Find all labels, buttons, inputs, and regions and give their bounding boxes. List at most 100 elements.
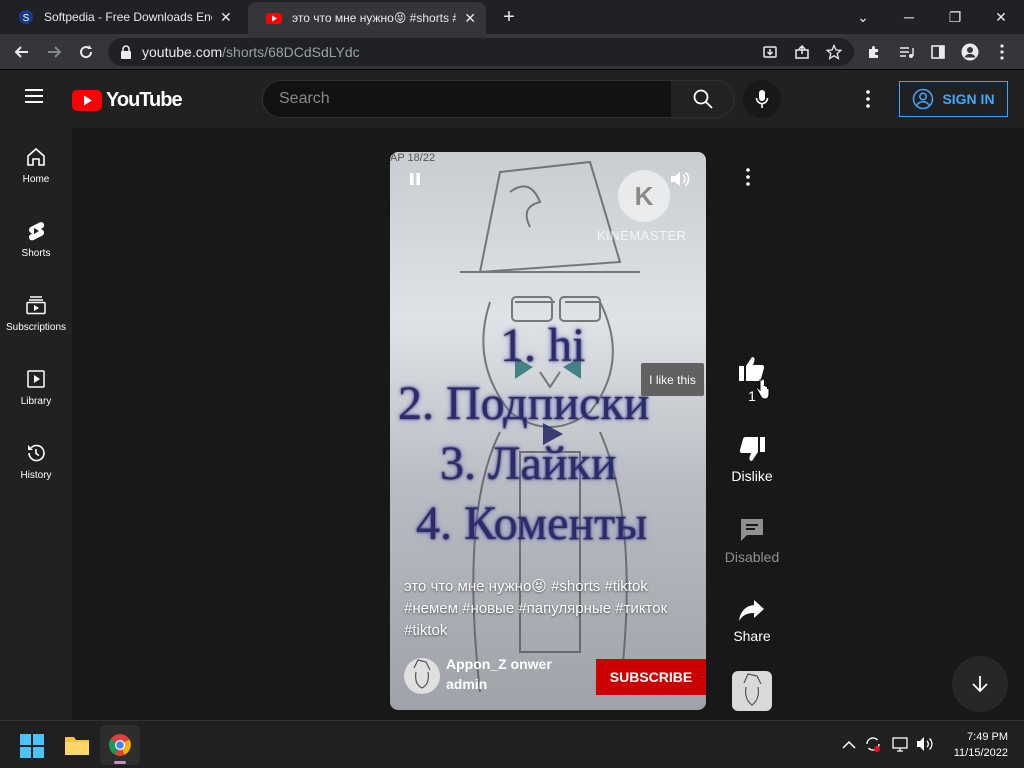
overlay-line-4: 4. Коменты xyxy=(416,497,648,550)
hamburger-menu-icon[interactable] xyxy=(24,88,48,112)
chrome-taskbar-icon[interactable] xyxy=(100,725,140,765)
channel-avatar[interactable] xyxy=(404,658,440,694)
volume-icon[interactable] xyxy=(670,170,690,190)
home-icon xyxy=(27,147,45,166)
bookmark-star-icon[interactable] xyxy=(822,40,846,64)
search-input[interactable]: Search xyxy=(262,80,672,118)
browser-toolbar: youtube.com/shorts/68DCdSdLYdc xyxy=(0,34,1024,70)
sidebar-item-label: Shorts xyxy=(21,247,51,259)
comments-label: Disabled xyxy=(724,549,780,565)
comment-icon xyxy=(741,519,763,541)
sidebar-item-history[interactable]: History xyxy=(0,424,72,498)
pause-icon[interactable] xyxy=(408,172,424,188)
sidebar-item-library[interactable]: Library xyxy=(0,350,72,424)
sidebar-item-subscriptions[interactable]: Subscriptions xyxy=(0,276,72,350)
short-more-kebab-icon[interactable] xyxy=(746,168,758,188)
watermark-text: KINEMASTER xyxy=(597,228,687,243)
search-icon xyxy=(693,89,713,109)
tab-softpedia[interactable]: S Softpedia - Free Downloads Ency ✕ xyxy=(0,0,246,34)
maximize-button[interactable]: ❐ xyxy=(932,0,978,34)
share-button[interactable]: Share xyxy=(726,598,778,644)
channel-name[interactable]: Appon_Z onwer xyxy=(446,656,552,672)
network-icon[interactable] xyxy=(892,735,910,758)
url-path: /shorts/68DCdSdLYdc xyxy=(222,44,360,60)
softpedia-favicon-icon: S xyxy=(19,10,33,24)
speaker-volume-icon[interactable] xyxy=(916,735,934,758)
sync-status-icon[interactable] xyxy=(864,735,882,758)
install-app-icon[interactable] xyxy=(758,40,782,64)
extensions-puzzle-icon[interactable] xyxy=(862,40,886,64)
channel-subtitle: admin xyxy=(446,676,488,692)
back-arrow-icon[interactable] xyxy=(10,40,34,64)
overlay-line-3: 3. Лайки xyxy=(440,437,617,490)
close-tab-icon[interactable]: ✕ xyxy=(220,9,232,26)
sign-in-label: SIGN IN xyxy=(942,91,995,107)
like-button[interactable]: 1 xyxy=(726,356,778,404)
youtube-logo[interactable]: YouTube xyxy=(72,88,183,112)
sidebar-item-label: History xyxy=(20,469,52,481)
dislike-button[interactable]: Dislike xyxy=(726,436,778,484)
close-window-button[interactable]: ✕ xyxy=(978,0,1024,34)
overlay-line-1: 1. hi xyxy=(500,319,586,372)
tab-title: это что мне нужно😝 #shorts # xyxy=(292,11,457,25)
library-icon xyxy=(27,369,45,388)
sidebar-item-shorts[interactable]: Shorts xyxy=(0,202,72,276)
sound-remix-thumbnail[interactable] xyxy=(732,671,772,711)
reload-icon[interactable] xyxy=(74,40,98,64)
video-caption[interactable]: это что мне нужно😝 #shorts #tiktok #неме… xyxy=(404,576,694,642)
sign-in-button[interactable]: SIGN IN xyxy=(899,81,1008,117)
sidebar-item-label: Home xyxy=(22,173,50,185)
share-label: Share xyxy=(733,628,771,644)
lock-icon xyxy=(121,45,131,59)
address-bar[interactable]: youtube.com/shorts/68DCdSdLYdc xyxy=(108,38,854,66)
dislike-label: Dislike xyxy=(731,468,773,484)
close-tab-icon[interactable]: ✕ xyxy=(464,10,476,27)
subscribe-button[interactable]: SUBSCRIBE xyxy=(596,659,706,695)
show-hidden-icons-chevron-icon[interactable] xyxy=(842,737,856,755)
voice-search-button[interactable] xyxy=(743,80,781,118)
forward-arrow-icon[interactable] xyxy=(42,40,66,64)
svg-text:S: S xyxy=(23,13,30,24)
microphone-icon xyxy=(755,90,769,108)
system-clock[interactable]: 7:49 PM 11/15/2022 xyxy=(954,729,1008,761)
youtube-mini-sidebar: Home Shorts Subscriptions Library Histor… xyxy=(0,128,72,720)
shorts-icon xyxy=(28,221,45,240)
sidebar-item-home[interactable]: Home xyxy=(0,128,72,202)
next-short-button[interactable] xyxy=(952,656,1008,712)
sidebar-item-label: Subscriptions xyxy=(5,321,67,333)
minimize-button[interactable]: ─ xyxy=(886,0,932,34)
youtube-header: YouTube Search SIGN IN xyxy=(0,70,1024,128)
thumbs-down-icon xyxy=(739,437,765,461)
tab-search-chevron-icon[interactable]: ⌄ xyxy=(840,0,886,34)
windows-start-icon[interactable] xyxy=(20,734,44,763)
settings-kebab-icon[interactable] xyxy=(866,90,876,110)
sidebar-item-label: Library xyxy=(20,395,52,407)
like-tooltip: I like this xyxy=(641,363,704,396)
like-count: 1 xyxy=(748,388,756,404)
short-video-player[interactable]: AP 18/22 K KINEMASTER 1. hi 2. Подписки … xyxy=(390,152,706,710)
center-play-icon[interactable] xyxy=(538,420,566,453)
kinemaster-logo-icon: K xyxy=(618,170,670,222)
channel-info: Appon_Z onwer admin SUBSCRIBE xyxy=(404,656,706,696)
file-explorer-icon[interactable] xyxy=(64,734,90,761)
youtube-favicon-icon xyxy=(266,13,282,24)
share-page-icon[interactable] xyxy=(790,40,814,64)
media-queue-icon[interactable] xyxy=(894,40,918,64)
arrow-down-icon xyxy=(972,676,988,693)
side-panel-icon[interactable] xyxy=(926,40,950,64)
history-icon xyxy=(28,444,45,461)
clock-time: 7:49 PM xyxy=(967,731,1008,743)
youtube-logo-text: YouTube xyxy=(106,88,183,111)
profile-avatar-icon[interactable] xyxy=(958,40,982,64)
search-placeholder: Search xyxy=(279,90,330,107)
tab-youtube-short[interactable]: это что мне нужно😝 #shorts # ✕ xyxy=(248,2,486,34)
tab-title: Softpedia - Free Downloads Ency xyxy=(44,10,212,24)
comments-button[interactable]: Disabled xyxy=(724,517,780,565)
overlay-line-2: 2. Подписки xyxy=(398,377,650,430)
chrome-menu-kebab-icon[interactable] xyxy=(990,40,1014,64)
video-corner-text: AP 18/22 xyxy=(390,152,436,164)
search-button[interactable] xyxy=(671,80,735,118)
url-host: youtube.com xyxy=(142,44,223,60)
new-tab-button[interactable]: + xyxy=(494,0,524,34)
mouse-pointer-hand-icon xyxy=(755,378,770,405)
